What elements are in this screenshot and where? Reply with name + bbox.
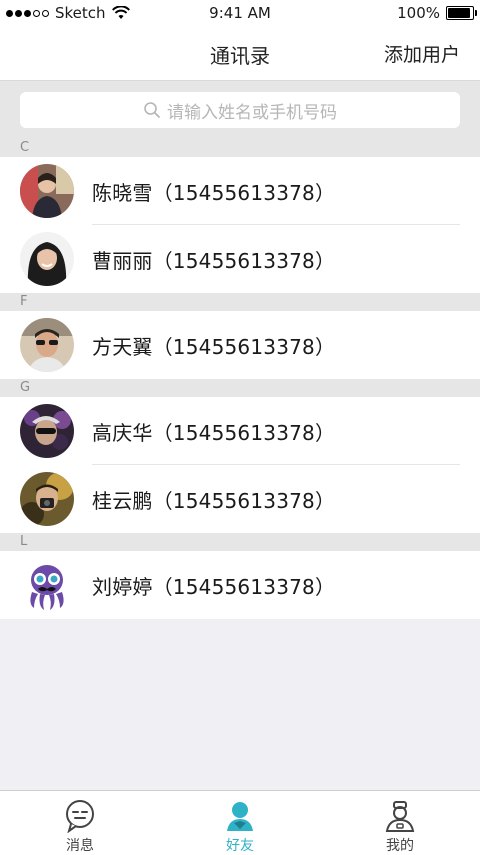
search-input[interactable]: 请输入姓名或手机号码 — [20, 92, 460, 128]
contact-row[interactable]: 刘婷婷（15455613378） — [0, 551, 480, 619]
section-header-c: C — [0, 139, 480, 157]
avatar — [20, 558, 74, 612]
tab-bar: 消息 好友 我的 — [0, 790, 480, 855]
section-header-l: L — [0, 533, 480, 551]
navigation-bar: 通讯录 添加用户 — [0, 26, 480, 81]
contact-name: 陈晓雪（15455613378） — [92, 180, 336, 205]
search-container: 请输入姓名或手机号码 — [0, 81, 480, 139]
friends-icon — [227, 802, 253, 831]
tab-label: 好友 — [226, 838, 254, 854]
contact-row[interactable]: 桂云鹏（15455613378） — [0, 465, 480, 533]
section-header-f: F — [0, 293, 480, 311]
tab-label: 消息 — [66, 838, 94, 854]
battery-percent: 100% — [397, 4, 440, 22]
contact-row[interactable]: 高庆华（15455613378） — [0, 397, 480, 465]
tab-messages[interactable]: 消息 — [0, 791, 160, 855]
add-user-button[interactable]: 添加用户 — [384, 40, 460, 67]
contact-list: C 陈晓雪（15455613378） 曹丽丽（15455613378） F 方天… — [0, 139, 480, 619]
contact-row[interactable]: 曹丽丽（15455613378） — [0, 225, 480, 293]
avatar — [20, 404, 74, 458]
profile-icon — [385, 801, 415, 832]
search-placeholder: 请输入姓名或手机号码 — [167, 102, 337, 123]
tab-friends[interactable]: 好友 — [160, 791, 320, 855]
tab-label: 我的 — [386, 838, 414, 854]
status-bar: Sketch 9:41 AM 100% — [0, 0, 480, 26]
contact-name: 曹丽丽（15455613378） — [92, 248, 336, 273]
battery-status: 100% — [397, 4, 477, 22]
contact-row[interactable]: 陈晓雪（15455613378） — [0, 157, 480, 225]
tab-profile[interactable]: 我的 — [320, 791, 480, 855]
contact-name: 方天翼（15455613378） — [92, 334, 336, 359]
contact-name: 桂云鹏（15455613378） — [92, 488, 336, 513]
avatar — [20, 232, 74, 286]
contact-name: 高庆华（15455613378） — [92, 420, 336, 445]
battery-icon — [446, 6, 477, 20]
contact-name: 刘婷婷（15455613378） — [92, 574, 336, 599]
avatar — [20, 164, 74, 218]
avatar — [20, 318, 74, 372]
section-header-g: G — [0, 379, 480, 397]
message-icon — [66, 800, 94, 833]
search-icon — [144, 102, 160, 118]
contact-row[interactable]: 方天翼（15455613378） — [0, 311, 480, 379]
avatar — [20, 472, 74, 526]
